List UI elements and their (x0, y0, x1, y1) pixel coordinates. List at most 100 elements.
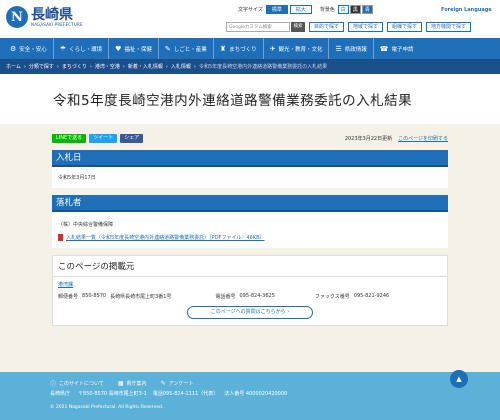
arrow-right-icon: › (287, 309, 290, 315)
nav-label: くらし・環境 (69, 46, 103, 53)
accessibility-controls: 文字サイズ 標準 拡大 背景色 白 黒 青 (238, 5, 374, 14)
phone-label: 電話番号 (215, 294, 236, 300)
contact-details: 郵便番号 850-8570 長崎県長崎市尾上町3番1号 電話番号 095-824… (58, 293, 442, 300)
nav-item-welfare[interactable]: ♥ 福祉・保健 (108, 38, 158, 59)
breadcrumb-town[interactable]: まちづくり (62, 63, 87, 70)
postal-label: 郵便番号 (58, 294, 79, 300)
pdf-result-link[interactable]: 入札結果一覧（令和5年度長崎空港内外連絡道路警備業務委託）［PDFファイル／46… (58, 234, 442, 241)
breadcrumb-current: 令和5年度長崎空港内外連絡道路警備業務委託の入札結果 (198, 64, 328, 70)
text-size-label: 文字サイズ (238, 7, 263, 13)
search-button[interactable]: 検索 (291, 22, 305, 32)
breadcrumb-home[interactable]: ホーム (6, 63, 21, 70)
contact-heading: このページの掲載元 (53, 256, 447, 277)
print-link[interactable]: このページを印刷する (398, 135, 448, 142)
nav-label: 安全・安心 (19, 46, 47, 53)
breadcrumb-separator-icon: › (89, 63, 92, 70)
building-icon: ▦ (117, 380, 124, 387)
foreign-language-link[interactable]: Foreign Language (441, 7, 492, 13)
address: 長崎県長崎市尾上町3番1号 (110, 294, 172, 300)
winner-heading: 落札者 (52, 195, 448, 212)
bg-white-button[interactable]: 白 (337, 5, 349, 14)
footer-link-survey[interactable]: ✎ アンケート (161, 379, 194, 388)
postal-code: 850-8570 (82, 293, 107, 299)
footer-postal: 〒850-8570 長崎市尾上町3-1 (78, 391, 147, 397)
breadcrumb-separator-icon: › (23, 63, 26, 70)
title-bar: 令和5年度長崎空港内外連絡道路警備業務委託の入札結果 (0, 74, 500, 124)
nav-item-work[interactable]: ✎ しごと・産業 (157, 38, 213, 59)
site-header: N 長崎県 NAGASAKI PREFECTURE 文字サイズ 標準 拡大 背景… (0, 0, 500, 38)
inquiry-button-label: このページへの質問はこちらから (210, 309, 286, 315)
logo-subtitle: NAGASAKI PREFECTURE (31, 21, 83, 27)
nav-label: 福祉・保健 (124, 46, 152, 53)
breadcrumb-news[interactable]: 新着・入札情報 (128, 63, 163, 70)
phone-number: 095-824-3625 (239, 293, 275, 299)
nav-item-living[interactable]: ☂ くらし・環境 (52, 38, 108, 59)
bid-date: 令和5年3月17日 (58, 175, 96, 181)
updated-date: 2023年3月22日更新 (344, 135, 393, 142)
copyright: © 2021 Nagasaki Prefectural. All Rights … (50, 405, 164, 410)
footer-link-label: アンケート (168, 381, 194, 387)
nav-item-eapply[interactable]: ☎ 電子申請 (372, 38, 420, 59)
breadcrumb-separator-icon: › (193, 63, 196, 70)
list-icon: ☰ (335, 44, 342, 53)
department-link[interactable]: 港湾課 (58, 281, 442, 288)
nav-label: 観光・教育・文化 (278, 46, 323, 53)
winner-body: （株）中央綜合警備保障 入札結果一覧（令和5年度長崎空港内外連絡道路警備業務委託… (52, 212, 448, 248)
nav-item-town[interactable]: ♜ まちづくり (212, 38, 263, 59)
footer-pref-name: 長崎県庁 (50, 391, 71, 397)
site-footer: ⓘ このサイトについて ▦ 県庁案内 ✎ アンケート 長崎県庁 〒850-8570 長… (0, 372, 500, 420)
contact-box: このページの掲載元 港湾課 郵便番号 850-8570 長崎県長崎市尾上町3番1… (52, 255, 448, 326)
site-logo[interactable]: N 長崎県 NAGASAKI PREFECTURE (6, 6, 83, 28)
breadcrumb-category[interactable]: 分類で探す (29, 63, 54, 70)
text-size-large-button[interactable]: 拡大 (289, 5, 312, 14)
pdf-icon (58, 234, 63, 241)
quicklink-region[interactable]: 地域で探す (348, 22, 384, 32)
social-share-bar: LINEで送る ツイート シェア 2023年3月22日更新 このページを印刷する (52, 133, 448, 143)
facebook-share-button[interactable]: シェア (120, 133, 144, 143)
quicklink-local-agency[interactable]: 地方機関で探す (426, 22, 472, 32)
phone-icon: ☎ (379, 44, 389, 53)
work-icon: ✎ (164, 44, 171, 53)
nav-label: 県政情報 (344, 46, 367, 53)
tweet-button[interactable]: ツイート (89, 133, 118, 143)
nav-item-prefinfo[interactable]: ☰ 県政情報 (328, 38, 372, 59)
footer-link-about[interactable]: ⓘ このサイトについて (50, 379, 104, 388)
nav-label: しごと・産業 (173, 46, 207, 53)
page-title: 令和5年度長崎空港内外連絡道路警備業務委託の入札結果 (53, 93, 413, 109)
search-input[interactable]: Googleカスタム検索 (226, 22, 290, 32)
breadcrumb: ホーム › 分類で探す › まちづくり › 港湾・空港 › 新着・入札情報 › 入札情報 ›… (0, 59, 500, 74)
footer-info: 長崎県庁 〒850-8570 長崎市尾上町3-1 電話095-824-1111（… (50, 390, 287, 399)
heart-icon: ♥ (115, 44, 122, 53)
footer-link-label: このサイトについて (59, 381, 104, 387)
breadcrumb-separator-icon: › (122, 63, 125, 70)
quicklink-organization[interactable]: 組織で探す (387, 22, 423, 32)
quicklink-purpose[interactable]: 目的で探す (309, 22, 345, 32)
global-nav: ⚙ 安全・安心 ☂ くらし・環境 ♥ 福祉・保健 ✎ しごと・産業 ♜ まちづくり ✈ 観光… (0, 38, 500, 59)
breadcrumb-bid[interactable]: 入札情報 (171, 63, 191, 70)
breadcrumb-port[interactable]: 港湾・空港 (95, 63, 120, 70)
winner-name: （株）中央綜合警備保障 (58, 222, 114, 228)
main-content: LINEで送る ツイート シェア 2023年3月22日更新 このページを印刷する… (0, 133, 500, 326)
footer-link-office[interactable]: ▦ 県庁案内 (118, 379, 147, 388)
line-share-button[interactable]: LINEで送る (52, 133, 87, 143)
inquiry-button[interactable]: このページへの質問はこちらから › (187, 306, 313, 319)
building-icon: ♜ (219, 44, 227, 53)
footer-phone: 電話095-824-1111（代表） (152, 391, 219, 397)
airplane-icon: ✈ (269, 44, 276, 53)
text-size-standard-button[interactable]: 標準 (265, 5, 288, 14)
page-top-icon[interactable]: ▲ (450, 370, 468, 388)
bid-date-body: 令和5年3月17日 (52, 167, 448, 188)
nav-item-safety[interactable]: ⚙ 安全・安心 (4, 38, 53, 59)
bg-blue-button[interactable]: 青 (361, 5, 373, 14)
nav-item-tourism[interactable]: ✈ 観光・教育・文化 (262, 38, 329, 59)
breadcrumb-separator-icon: › (165, 63, 168, 70)
survey-icon: ✎ (160, 380, 166, 387)
nav-label: まちづくり (229, 46, 257, 53)
bid-date-heading: 入札日 (52, 150, 448, 167)
pdf-link-label: 入札結果一覧（令和5年度長崎空港内外連絡道路警備業務委託）［PDFファイル／46… (66, 235, 265, 241)
bg-color-label: 背景色 (319, 7, 335, 13)
umbrella-icon: ☂ (59, 44, 67, 53)
breadcrumb-separator-icon: › (56, 63, 59, 70)
bg-black-button[interactable]: 黒 (349, 5, 361, 14)
search-and-quicklinks: Googleカスタム検索 検索 目的で探す 地域で探す 組織で探す 地方機関で探… (226, 22, 472, 32)
